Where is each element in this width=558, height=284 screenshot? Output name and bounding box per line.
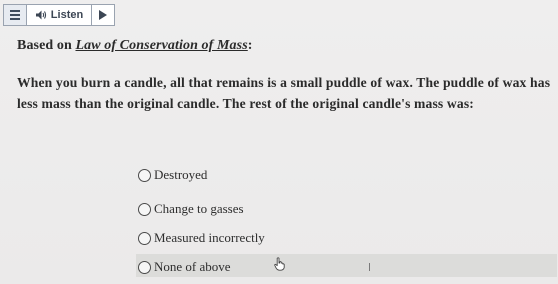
audio-toolbar: Listen xyxy=(3,4,115,26)
radio-button[interactable] xyxy=(138,202,151,216)
play-triangle-icon xyxy=(99,10,107,20)
radio-button[interactable] xyxy=(138,168,151,182)
option-none-of-above[interactable]: None of above xyxy=(138,259,231,275)
prompt-suffix: : xyxy=(247,38,253,53)
radio-button[interactable] xyxy=(138,260,151,274)
speaker-icon xyxy=(35,10,46,20)
law-link[interactable]: Law of Conservation of Mass xyxy=(75,38,247,53)
option-destroyed[interactable]: Destroyed xyxy=(138,167,207,183)
hamburger-menu-icon[interactable] xyxy=(4,5,27,25)
prompt-prefix: Based on xyxy=(17,38,76,53)
hand-pointer-icon xyxy=(274,257,285,271)
question-text: When you burn a candle, all that remains… xyxy=(17,75,551,111)
option-label: Measured incorrectly xyxy=(154,230,265,245)
option-label: Change to gasses xyxy=(154,201,244,216)
radio-button[interactable] xyxy=(138,231,151,245)
option-label: Destroyed xyxy=(154,167,208,182)
listen-button[interactable]: Listen xyxy=(27,5,92,25)
text-cursor-mark xyxy=(369,263,370,271)
option-label: None of above xyxy=(154,259,231,274)
listen-label: Listen xyxy=(50,9,84,21)
play-button[interactable] xyxy=(92,5,114,25)
question-prompt: Based on Law of Conservation of Mass: xyxy=(17,38,253,54)
option-measured-incorrectly[interactable]: Measured incorrectly xyxy=(138,230,265,246)
option-change-to-gasses[interactable]: Change to gasses xyxy=(138,201,244,217)
